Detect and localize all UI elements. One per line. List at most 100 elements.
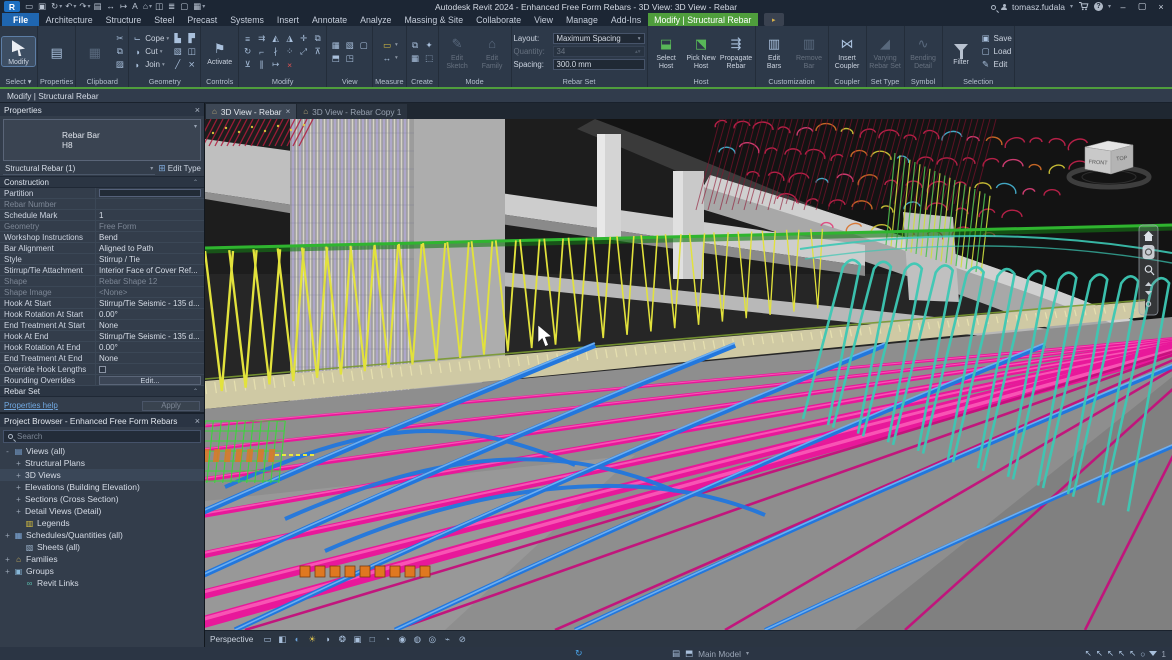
section-collapse-icon[interactable]: ⌃ bbox=[193, 179, 200, 186]
property-value[interactable]: 0.00° bbox=[95, 309, 204, 319]
ref-plane-icon[interactable]: ▢ bbox=[357, 39, 370, 51]
layout-select[interactable]: Maximum Spacing▾ bbox=[553, 33, 645, 44]
project-browser-close-icon[interactable]: × bbox=[195, 416, 200, 426]
property-value[interactable]: Rebar Shape 12 bbox=[95, 276, 204, 286]
cut-menu[interactable]: ◑Cut▾ bbox=[131, 45, 169, 58]
tab-add-ins[interactable]: Add-Ins bbox=[604, 13, 647, 26]
crop-view-icon[interactable]: ▣ bbox=[350, 633, 364, 646]
sun-settings-icon[interactable]: ☀ bbox=[305, 633, 319, 646]
activate-dimensions-icon[interactable]: ↦ bbox=[269, 59, 282, 71]
tab-analyze[interactable]: Analyze bbox=[354, 13, 398, 26]
apply-button[interactable]: Apply bbox=[142, 401, 200, 411]
show-work-plane-icon[interactable]: ▧ bbox=[343, 39, 356, 51]
open-file-icon[interactable]: ▭ bbox=[23, 1, 35, 12]
trim-extend-icon[interactable]: ⌐ bbox=[255, 46, 268, 58]
shadows-icon[interactable]: ◑ bbox=[320, 633, 334, 646]
close-hidden-windows-icon[interactable]: ▢ bbox=[178, 1, 190, 12]
property-value[interactable] bbox=[95, 364, 204, 374]
paint-icon[interactable]: ▧ bbox=[171, 46, 184, 58]
section-collapse-icon[interactable]: ⌃ bbox=[193, 388, 200, 395]
tab-systems[interactable]: Systems bbox=[224, 13, 271, 26]
tab-manage[interactable]: Manage bbox=[560, 13, 605, 26]
unpin-icon[interactable]: ⊻ bbox=[241, 59, 254, 71]
tree-item-families[interactable]: +⌂Families bbox=[0, 553, 204, 565]
user-avatar-icon[interactable] bbox=[1001, 2, 1007, 12]
3d-scene[interactable]: FRONTTOP bbox=[205, 119, 1172, 630]
cut-menu-caret[interactable]: ▾ bbox=[160, 49, 163, 55]
dimension-menu-caret[interactable]: ▾ bbox=[395, 55, 398, 61]
join-menu-caret[interactable]: ▾ bbox=[162, 62, 165, 68]
cope-menu[interactable]: ⌙Cope▾ bbox=[131, 32, 169, 45]
tree-item-views-all[interactable]: -▤Views (all) bbox=[0, 445, 204, 457]
close-view-icon[interactable]: × bbox=[286, 107, 291, 116]
section-box-icon[interactable]: ◳ bbox=[343, 52, 356, 64]
property-value[interactable]: Edit... bbox=[95, 375, 204, 385]
property-value[interactable] bbox=[95, 199, 204, 209]
join-menu[interactable]: ◗Join▾ bbox=[131, 58, 169, 71]
navigation-bar[interactable] bbox=[1139, 225, 1158, 315]
active-workset-label[interactable]: Main Model bbox=[698, 649, 741, 659]
edit-type-button[interactable]: ⊞ Edit Type bbox=[158, 163, 201, 174]
section-icon[interactable]: ◫ bbox=[153, 1, 165, 12]
section-rebar-set[interactable]: Rebar Set⌃ bbox=[0, 386, 204, 397]
offset-icon[interactable]: ⇉ bbox=[255, 33, 268, 45]
cut-to-clipboard-icon[interactable]: ✂ bbox=[113, 33, 126, 45]
copy-icon[interactable]: ⧉ bbox=[311, 33, 324, 45]
delete-icon[interactable]: × bbox=[283, 59, 296, 71]
rotate-icon[interactable]: ↻ bbox=[241, 46, 254, 58]
tree-item-elevations-building-elevation[interactable]: +Elevations (Building Elevation) bbox=[0, 481, 204, 493]
temporary-view-properties-icon[interactable]: ◎ bbox=[425, 633, 439, 646]
aligned-dimension-icon[interactable]: ↦ bbox=[118, 1, 129, 12]
thin-lines-icon[interactable]: ≣ bbox=[166, 1, 177, 12]
tree-expander-icon[interactable]: + bbox=[15, 471, 22, 480]
tree-item-sheets-all[interactable]: ▧Sheets (all) bbox=[0, 541, 204, 553]
property-value[interactable]: Aligned to Path bbox=[95, 243, 204, 253]
tab-structure[interactable]: Structure bbox=[99, 13, 148, 26]
revit-logo[interactable]: R bbox=[4, 1, 20, 12]
hide-analytical-model-icon[interactable]: ⌁ bbox=[440, 633, 454, 646]
spacing-input[interactable]: 300.0 mm bbox=[553, 59, 645, 70]
type-selector-caret[interactable]: ▾ bbox=[194, 123, 197, 130]
reveal-constraints-icon[interactable]: ⊘ bbox=[455, 633, 469, 646]
tree-expander-icon[interactable]: + bbox=[4, 567, 11, 576]
load-selection-button[interactable]: ▢Load bbox=[980, 45, 1012, 58]
view-scale-label[interactable]: Perspective bbox=[210, 634, 253, 644]
close-button[interactable]: × bbox=[1154, 2, 1168, 12]
tree-item-3d-views[interactable]: +3D Views bbox=[0, 469, 204, 481]
tab-architecture[interactable]: Architecture bbox=[39, 13, 99, 26]
create-parts-icon[interactable]: ▦ bbox=[409, 52, 422, 64]
tree-expander-icon[interactable]: + bbox=[15, 483, 22, 492]
edit-bars-button[interactable]: ▥EditBars bbox=[758, 33, 791, 71]
text-icon[interactable]: A bbox=[130, 1, 140, 12]
propagate-rebar-button[interactable]: ⇶PropagateRebar bbox=[720, 33, 753, 71]
split-element-icon[interactable]: ∤ bbox=[269, 46, 282, 58]
save-selection-button[interactable]: ▣Save bbox=[980, 32, 1012, 45]
search-icon[interactable] bbox=[991, 2, 996, 12]
sync-with-central-icon-caret[interactable]: ▾ bbox=[59, 3, 62, 10]
video-help-icon[interactable]: ▸ bbox=[764, 13, 784, 26]
tree-item-detail-views-detail[interactable]: +Detail Views (Detail) bbox=[0, 505, 204, 517]
property-value[interactable]: <None> bbox=[95, 287, 204, 297]
tree-expander-icon[interactable]: + bbox=[15, 495, 22, 504]
measure-menu[interactable]: ▭▾ bbox=[381, 39, 398, 52]
property-value[interactable]: Stirrup / Tie bbox=[95, 254, 204, 264]
property-value[interactable]: Stirrup/Tie Seismic - 135 d... bbox=[95, 298, 204, 308]
layout-select-caret[interactable]: ▾ bbox=[638, 36, 641, 42]
tree-expander-icon[interactable]: + bbox=[15, 459, 22, 468]
filter-button[interactable]: Filter bbox=[945, 37, 978, 67]
reveal-hidden-icon[interactable]: ◉ bbox=[395, 633, 409, 646]
render-icon[interactable]: ❂ bbox=[335, 633, 349, 646]
property-value[interactable]: None bbox=[95, 353, 204, 363]
select-underlay-icon[interactable]: ↖ bbox=[1096, 648, 1103, 659]
sync-status-icon[interactable]: ↻ bbox=[575, 648, 583, 659]
property-value[interactable]: Stirrup/Tie Seismic - 135 d... bbox=[95, 331, 204, 341]
redo-icon-caret[interactable]: ▾ bbox=[87, 3, 90, 10]
linework-icon[interactable]: ╱ bbox=[171, 59, 184, 71]
tree-item-schedules-quantities-all[interactable]: +▦Schedules/Quantities (all) bbox=[0, 529, 204, 541]
tree-expander-icon[interactable]: + bbox=[4, 531, 11, 540]
print-icon[interactable]: ▤ bbox=[91, 1, 103, 12]
create-group-icon[interactable]: ⬚ bbox=[423, 52, 436, 64]
tab-collaborate[interactable]: Collaborate bbox=[470, 13, 528, 26]
help-icon[interactable]: ? bbox=[1094, 2, 1103, 11]
temporary-hide-icon[interactable]: ◔ bbox=[380, 633, 394, 646]
